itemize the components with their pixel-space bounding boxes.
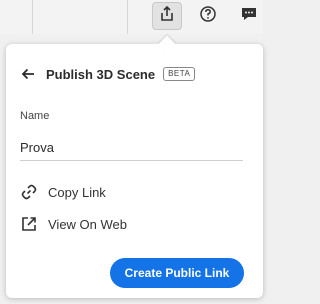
external-link-icon xyxy=(20,215,38,233)
toolbar-divider xyxy=(32,0,33,34)
popover-title: Publish 3D Scene xyxy=(46,66,156,82)
toolbar-divider xyxy=(127,0,128,34)
help-circle-icon xyxy=(199,5,217,28)
view-on-web-label: View On Web xyxy=(48,216,128,232)
name-label: Name xyxy=(20,110,50,122)
comment-bubble-icon xyxy=(240,5,258,28)
popover-header: Publish 3D Scene BETA xyxy=(20,64,196,84)
share-upload-icon xyxy=(158,5,176,28)
arrow-left-icon[interactable] xyxy=(20,66,36,82)
copy-link-action[interactable]: Copy Link xyxy=(20,182,106,202)
comments-button[interactable] xyxy=(234,2,264,30)
name-input[interactable] xyxy=(20,134,243,161)
create-public-link-button[interactable]: Create Public Link xyxy=(110,258,244,288)
help-button[interactable] xyxy=(193,2,223,30)
view-on-web-action[interactable]: View On Web xyxy=(20,214,127,234)
copy-link-label: Copy Link xyxy=(48,184,106,200)
link-icon xyxy=(20,183,38,201)
share-button[interactable] xyxy=(152,2,182,30)
beta-badge: BETA xyxy=(163,67,196,81)
publish-popover: Publish 3D Scene BETA Name Copy Link Vie… xyxy=(6,44,263,298)
top-toolbar xyxy=(0,0,263,34)
